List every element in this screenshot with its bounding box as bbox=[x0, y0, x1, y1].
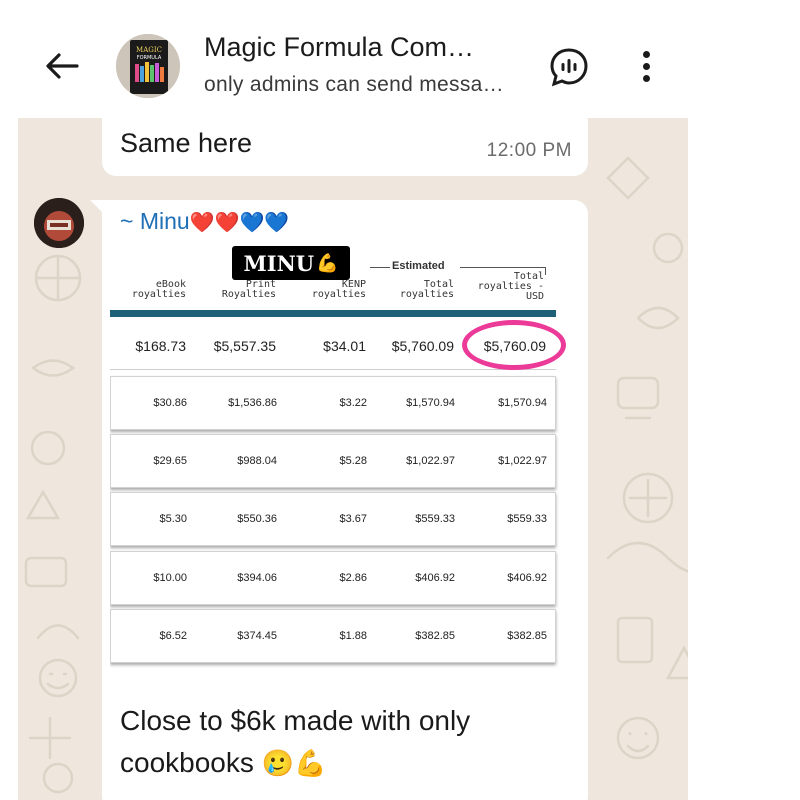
table-cell: $30.86 bbox=[153, 397, 187, 409]
more-options-icon[interactable] bbox=[630, 46, 662, 86]
table-row: $10.00 $394.06 $2.86 $406.92 $406.92 bbox=[110, 551, 556, 605]
group-subtitle: only admins can send messa… bbox=[204, 73, 504, 96]
table-cell: $3.67 bbox=[339, 513, 367, 525]
message-text: Same here bbox=[120, 128, 253, 158]
sender-avatar[interactable] bbox=[34, 198, 84, 248]
message-caption: Close to $6k made with only cookbooks 🥲💪 bbox=[120, 700, 560, 785]
table-cell: $382.85 bbox=[507, 630, 547, 642]
chat-title-block[interactable]: Magic Formula Com… only admins can send … bbox=[204, 32, 524, 97]
sender-name[interactable]: ~ Minu❤️❤️💙💙 bbox=[120, 208, 289, 235]
sender-hearts: ❤️❤️💙💙 bbox=[189, 210, 290, 234]
table-cell: $1,022.97 bbox=[498, 455, 547, 467]
message-time: 12:00 PM bbox=[486, 140, 572, 161]
table-cell: $34.01 bbox=[323, 338, 366, 354]
table-cell: $5,557.35 bbox=[213, 338, 276, 354]
table-row: $5.30 $550.36 $3.67 $559.33 $559.33 bbox=[110, 492, 556, 546]
table-row: $29.65 $988.04 $5.28 $1,022.97 $1,022.97 bbox=[110, 434, 556, 488]
avatar-book-subtitle: FORMULA bbox=[137, 55, 162, 61]
table-cell: $406.92 bbox=[507, 572, 547, 584]
table-cell: $1,022.97 bbox=[406, 455, 455, 467]
message-bubble[interactable]: Same here 12:00 PM bbox=[102, 118, 588, 176]
group-avatar[interactable]: MAGIC FORMULA bbox=[116, 34, 180, 98]
table-cell: $168.73 bbox=[135, 338, 186, 354]
image-message-bubble[interactable]: ~ Minu❤️❤️💙💙 MINU 💪 Estimated eBook royal… bbox=[90, 200, 588, 800]
chat-header: MAGIC FORMULA Magic Formula Com… only ad… bbox=[0, 0, 800, 118]
table-cell: $559.33 bbox=[507, 513, 547, 525]
back-arrow-icon[interactable] bbox=[40, 44, 84, 88]
avatar-book-title: MAGIC bbox=[136, 46, 162, 54]
table-cell: $29.65 bbox=[153, 455, 187, 467]
table-cell: $2.86 bbox=[339, 572, 367, 584]
table-cell: $10.00 bbox=[153, 572, 187, 584]
highlight-circle bbox=[462, 320, 566, 370]
table-row: $6.52 $374.45 $1.88 $382.85 $382.85 bbox=[110, 609, 556, 663]
table-cell: $559.33 bbox=[415, 513, 455, 525]
voice-chat-icon[interactable] bbox=[548, 46, 590, 88]
table-cell: $1,570.94 bbox=[498, 397, 547, 409]
table-cell: $6.52 bbox=[159, 630, 187, 642]
table-cell: $1,536.86 bbox=[228, 397, 277, 409]
table-header-bar bbox=[110, 310, 556, 317]
table-cell: $406.92 bbox=[415, 572, 455, 584]
table-cell: $550.36 bbox=[237, 513, 277, 525]
table-cell: $5.30 bbox=[159, 513, 187, 525]
minu-badge: MINU 💪 bbox=[232, 246, 350, 280]
royalties-screenshot[interactable]: MINU 💪 Estimated eBook royalties Print Ro… bbox=[110, 242, 580, 688]
header-ebook: eBook royalties bbox=[131, 279, 186, 300]
estimated-label: Estimated bbox=[392, 260, 445, 272]
table-cell: $5,760.09 bbox=[391, 338, 454, 354]
table-cell: $988.04 bbox=[237, 455, 277, 467]
header-kenp: KENP royalties bbox=[311, 279, 366, 300]
table-cell: $382.85 bbox=[415, 630, 455, 642]
sender-name-text: ~ Minu bbox=[120, 208, 190, 234]
caption-emoji: 🥲💪 bbox=[261, 749, 327, 779]
table-cell: $374.45 bbox=[237, 630, 277, 642]
badge-text: MINU bbox=[243, 250, 315, 276]
group-title: Magic Formula Com… bbox=[204, 32, 475, 62]
table-cell: $5.28 bbox=[339, 455, 367, 467]
table-cell: $394.06 bbox=[237, 572, 277, 584]
table-cell: $1,570.94 bbox=[406, 397, 455, 409]
table-cell: $3.22 bbox=[339, 397, 367, 409]
chat-area[interactable]: Same here 12:00 PM ~ Minu❤️❤️💙💙 MINU 💪 Es… bbox=[18, 118, 688, 800]
table-row: $30.86 $1,536.86 $3.22 $1,570.94 $1,570.94 bbox=[110, 376, 556, 430]
header-print: Print Royalties bbox=[221, 279, 276, 300]
header-total: Total royalties bbox=[399, 279, 454, 300]
badge-emoji: 💪 bbox=[316, 252, 339, 274]
header-total-usd: Total royalties - USD bbox=[477, 271, 544, 302]
table-cell: $1.88 bbox=[339, 630, 367, 642]
